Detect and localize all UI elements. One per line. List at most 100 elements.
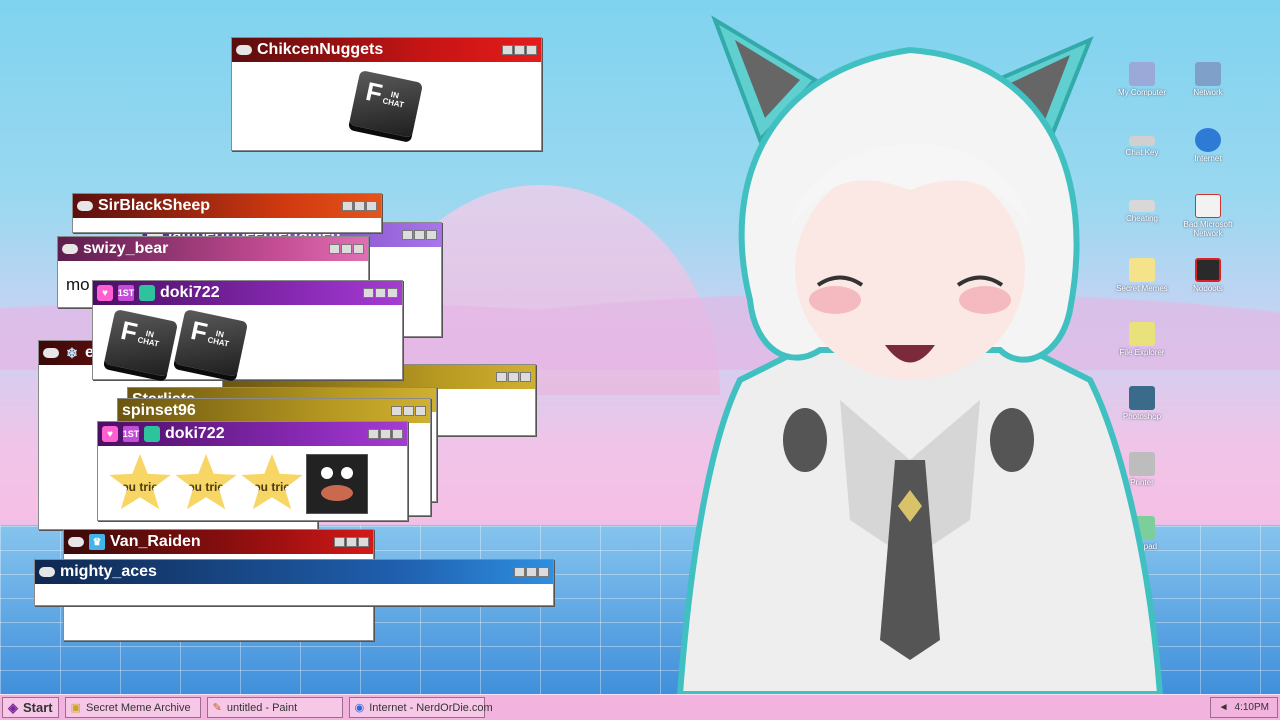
window-controls[interactable] (363, 288, 398, 298)
chat-popup-titlebar[interactable]: ♥ 1ST doki722 (93, 281, 402, 305)
minimize-button[interactable] (363, 288, 374, 298)
minimize-button[interactable] (334, 537, 345, 547)
window-controls[interactable] (514, 567, 549, 577)
maximize-button[interactable] (514, 45, 525, 55)
emote-chat-text: CHAT (206, 335, 230, 349)
chat-popup-titlebar[interactable]: mighty_aces (35, 560, 553, 584)
taskbar-item-internet[interactable]: ◉ Internet - NerdOrDie.com (348, 697, 493, 718)
chat-username: SirBlackSheep (98, 197, 211, 214)
chat-popup[interactable]: mighty_aces (34, 559, 554, 606)
gem-badge-icon (144, 426, 160, 442)
maximize-button[interactable] (414, 230, 425, 240)
minimize-button[interactable] (496, 372, 507, 382)
minimize-button[interactable] (391, 406, 402, 416)
star-caption: you tried (246, 479, 298, 494)
nod-icon (1195, 258, 1221, 282)
emote-row: you tried you tried you tried (98, 446, 407, 514)
chat-popup[interactable]: ♥ 1ST doki722 F IN CHAT F IN CHAT (92, 280, 403, 380)
you-tried-star-emote: you tried (109, 454, 171, 510)
chat-popup-titlebar[interactable]: ChikcenNuggets (232, 38, 541, 62)
maximize-button[interactable] (341, 244, 352, 254)
taskbar-item-secret-meme-archive[interactable]: ▣ Secret Meme Archive (64, 697, 201, 718)
gamepad-icon (39, 567, 55, 577)
close-button[interactable] (538, 567, 549, 577)
gamepad-icon (43, 348, 59, 358)
minimize-button[interactable] (514, 567, 525, 577)
window-controls[interactable] (329, 244, 364, 254)
emote-caption: IN CHAT (206, 328, 231, 349)
window-controls[interactable] (334, 537, 369, 547)
window-controls[interactable] (368, 429, 403, 439)
maximize-button[interactable] (380, 429, 391, 439)
star-caption: you tried (180, 479, 232, 494)
chat-popup[interactable]: ChikcenNuggets F IN CHAT (231, 37, 542, 151)
chat-popup[interactable]: SirBlackSheep (72, 193, 382, 233)
close-button[interactable] (353, 244, 364, 254)
chat-popup[interactable]: ♥ 1ST doki722 you tried you tried you tr… (97, 421, 408, 521)
chat-username: swizy_bear (83, 240, 169, 257)
close-button[interactable] (358, 537, 369, 547)
chat-username: spinset96 (122, 402, 196, 419)
desktop-icon-internet[interactable]: Internet (1176, 128, 1240, 163)
desktop-icon-network[interactable]: Network (1176, 62, 1240, 97)
window-controls[interactable] (391, 406, 426, 416)
close-button[interactable] (387, 288, 398, 298)
close-button[interactable] (392, 429, 403, 439)
minimize-button[interactable] (329, 244, 340, 254)
desktop-icon-label: Bad Microsoft Network (1183, 220, 1233, 238)
taskbar-item-label: untitled - Paint (226, 701, 298, 714)
gamepad-icon (77, 201, 93, 211)
close-button[interactable] (526, 45, 537, 55)
system-tray: ◄ 4:10PM (1209, 697, 1278, 718)
chat-popup-titlebar[interactable]: swizy_bear (58, 237, 368, 261)
desktop-icon-label: Network (1193, 88, 1223, 97)
taskbar-item-paint[interactable]: ✎ untitled - Paint (206, 697, 343, 718)
maximize-button[interactable] (375, 288, 386, 298)
start-button[interactable]: ◈ Start (2, 697, 59, 718)
start-icon: ◈ (8, 699, 18, 715)
minimize-button[interactable] (402, 230, 413, 240)
close-button[interactable] (520, 372, 531, 382)
chat-popup-titlebar[interactable]: ♛ Van_Raiden (64, 530, 373, 554)
maximize-button[interactable] (403, 406, 414, 416)
you-tried-star-emote: you tried (241, 454, 303, 510)
chat-username: doki722 (165, 425, 225, 442)
gamepad-icon (236, 45, 252, 55)
close-button[interactable] (415, 406, 426, 416)
gamepad-icon (62, 244, 78, 254)
window-controls[interactable] (502, 45, 537, 55)
window-controls[interactable] (402, 230, 437, 240)
minimize-button[interactable] (368, 429, 379, 439)
pingu-emote (306, 454, 368, 514)
start-label: Start (23, 700, 53, 715)
chat-username: mighty_aces (60, 563, 157, 580)
desktop-icon-nodoots[interactable]: Nodoots (1176, 258, 1240, 293)
window-controls[interactable] (342, 201, 377, 211)
window-controls[interactable] (496, 372, 531, 382)
chat-popup-titlebar[interactable]: ♥ 1ST doki722 (98, 422, 407, 446)
maximize-button[interactable] (508, 372, 519, 382)
close-button[interactable] (366, 201, 377, 211)
minimize-button[interactable] (342, 201, 353, 211)
maximize-button[interactable] (354, 201, 365, 211)
star-caption: you tried (114, 479, 166, 494)
msn-icon (1195, 194, 1221, 218)
you-tried-star-emote: you tried (175, 454, 237, 510)
clock: 4:10PM (1234, 702, 1269, 713)
maximize-button[interactable] (346, 537, 357, 547)
speaker-icon[interactable]: ◄ (1219, 702, 1229, 713)
gem-badge-icon (139, 285, 155, 301)
heart-badge-icon: ♥ (97, 285, 113, 301)
hood-eyelet-left (783, 408, 827, 472)
minimize-button[interactable] (502, 45, 513, 55)
close-button[interactable] (426, 230, 437, 240)
globe-icon: ◉ (354, 702, 365, 714)
chat-popup-titlebar[interactable]: SirBlackSheep (73, 194, 381, 218)
folder-icon: ▣ (70, 702, 82, 714)
chat-popup-titlebar[interactable]: spinset96 (118, 399, 430, 423)
desktop-icon-bad-microsoft-network[interactable]: Bad Microsoft Network (1176, 194, 1240, 238)
maximize-button[interactable] (526, 567, 537, 577)
emote-row: F IN CHAT (232, 62, 541, 139)
f-in-chat-emote: F IN CHAT (103, 308, 179, 378)
hood-eyelet-right (990, 408, 1034, 472)
